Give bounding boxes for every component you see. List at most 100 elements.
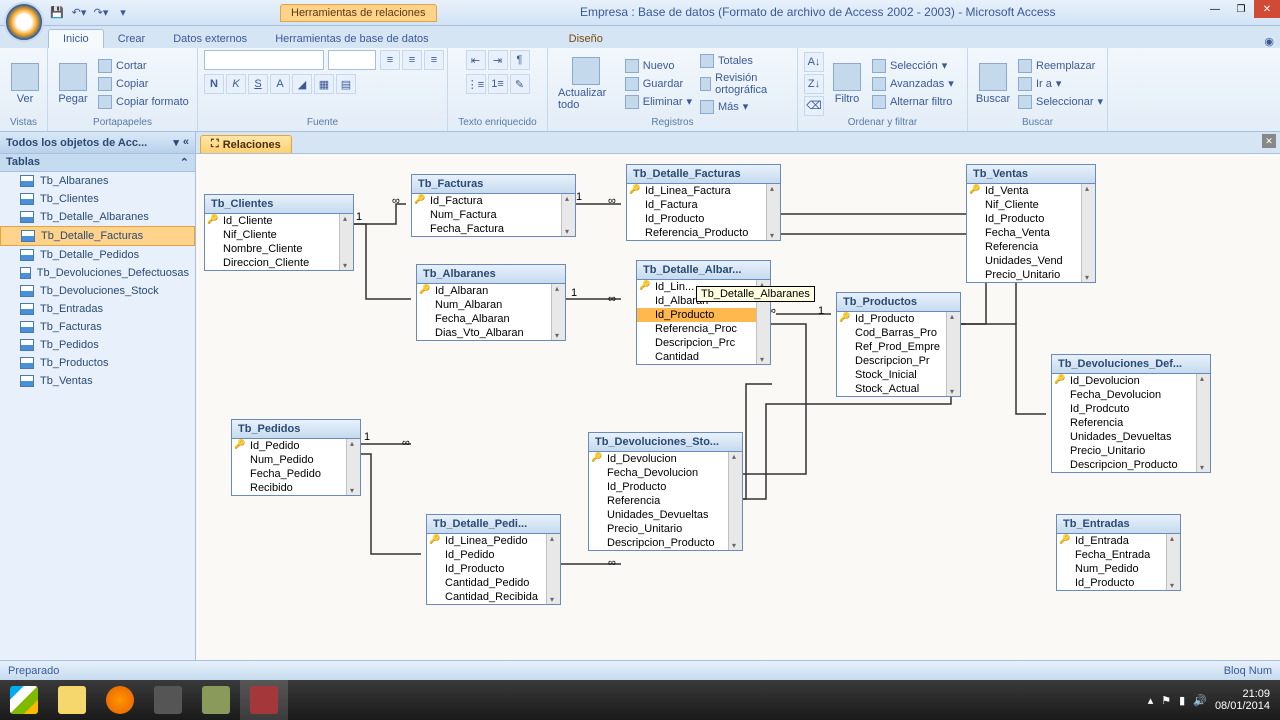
qat-dropdown-icon[interactable]: ▾ xyxy=(114,4,132,22)
table-field[interactable]: Referencia_Producto xyxy=(627,226,780,240)
save-icon[interactable]: 💾 xyxy=(48,4,66,22)
table-header[interactable]: Tb_Detalle_Albar... xyxy=(637,261,770,280)
numbering-icon[interactable]: 1≡ xyxy=(488,74,508,94)
table-box-productos[interactable]: Tb_ProductosId_ProductoCod_Barras_ProRef… xyxy=(836,292,961,397)
redo-icon[interactable]: ↷▾ xyxy=(92,4,110,22)
tab-crear[interactable]: Crear xyxy=(104,30,160,48)
table-field[interactable]: Nif_Cliente xyxy=(205,228,353,242)
save-record-button[interactable]: Guardar xyxy=(623,76,694,92)
new-button[interactable]: Nuevo xyxy=(623,58,694,74)
table-field[interactable]: Precio_Unitario xyxy=(967,268,1095,282)
table-field[interactable]: Direccion_Cliente xyxy=(205,256,353,270)
table-field[interactable]: Ref_Prod_Empre xyxy=(837,340,960,354)
table-field[interactable]: Fecha_Venta xyxy=(967,226,1095,240)
firefox-button[interactable] xyxy=(96,680,144,720)
tab-inicio[interactable]: Inicio xyxy=(48,29,104,48)
replace-button[interactable]: Reemplazar xyxy=(1016,58,1105,74)
scrollbar[interactable] xyxy=(1196,374,1210,472)
underline-icon[interactable]: S xyxy=(248,74,268,94)
table-field[interactable]: Descripcion_Pr xyxy=(837,354,960,368)
table-header[interactable]: Tb_Detalle_Pedi... xyxy=(427,515,560,534)
table-field[interactable]: Fecha_Devolucion xyxy=(589,466,742,480)
table-field[interactable]: Fecha_Pedido xyxy=(232,467,360,481)
ltr-icon[interactable]: ¶ xyxy=(510,50,530,70)
table-field[interactable]: Id_Producto xyxy=(427,562,560,576)
table-box-detalle-albaranes[interactable]: Tb_Detalle_Albar...Id_Lin...Id_AlbaranId… xyxy=(636,260,771,365)
table-header[interactable]: Tb_Ventas xyxy=(967,165,1095,184)
table-field[interactable]: Recibido xyxy=(232,481,360,495)
filter-button[interactable]: Filtro xyxy=(828,61,866,107)
table-box-detalle-pedidos[interactable]: Tb_Detalle_Pedi...Id_Linea_PedidoId_Pedi… xyxy=(426,514,561,605)
tab-datos-externos[interactable]: Datos externos xyxy=(159,30,261,48)
table-field[interactable]: Fecha_Devolucion xyxy=(1052,388,1210,402)
indent-dec-icon[interactable]: ⇤ xyxy=(466,50,486,70)
bold-icon[interactable]: N xyxy=(204,74,224,94)
table-field[interactable]: Precio_Unitario xyxy=(589,522,742,536)
table-header[interactable]: Tb_Pedidos xyxy=(232,420,360,439)
copy-button[interactable]: Copiar xyxy=(96,76,191,92)
gridlines-icon[interactable]: ▦ xyxy=(314,74,334,94)
delete-button[interactable]: Eliminar ▾ xyxy=(623,94,694,110)
table-field[interactable]: Unidades_Devueltas xyxy=(589,508,742,522)
fill-color-icon[interactable]: ◢ xyxy=(292,74,312,94)
explorer-button[interactable] xyxy=(48,680,96,720)
table-field[interactable]: Id_Cliente xyxy=(205,214,353,228)
scrollbar[interactable] xyxy=(546,534,560,604)
relationships-canvas[interactable]: 1∞ 1∞ 1∞ 1∞ 1∞ ∞1 Tb_ClientesId_ClienteN… xyxy=(196,154,1280,660)
nav-item-tb_detalle_pedidos[interactable]: Tb_Detalle_Pedidos xyxy=(0,246,195,264)
table-field[interactable]: Referencia_Proc xyxy=(637,322,770,336)
indent-inc-icon[interactable]: ⇥ xyxy=(488,50,508,70)
nav-item-tb_entradas[interactable]: Tb_Entradas xyxy=(0,300,195,318)
undo-icon[interactable]: ↶▾ xyxy=(70,4,88,22)
table-field[interactable]: Descripcion_Producto xyxy=(589,536,742,550)
table-field[interactable]: Num_Pedido xyxy=(232,453,360,467)
task-app1[interactable] xyxy=(144,680,192,720)
tab-herramientas-bd[interactable]: Herramientas de base de datos xyxy=(261,30,442,48)
toggle-filter-button[interactable]: Alternar filtro xyxy=(870,94,956,110)
table-header[interactable]: Tb_Productos xyxy=(837,293,960,312)
start-button[interactable] xyxy=(0,680,48,720)
table-box-devoluciones-def[interactable]: Tb_Devoluciones_Def...Id_DevolucionFecha… xyxy=(1051,354,1211,473)
table-box-entradas[interactable]: Tb_EntradasId_EntradaFecha_EntradaNum_Pe… xyxy=(1056,514,1181,591)
collapse-icon[interactable]: « xyxy=(183,136,189,149)
table-field[interactable]: Num_Albaran xyxy=(417,298,565,312)
nav-item-tb_devoluciones_stock[interactable]: Tb_Devoluciones_Stock xyxy=(0,282,195,300)
bullets-icon[interactable]: ⋮≡ xyxy=(466,74,486,94)
table-box-ventas[interactable]: Tb_VentasId_VentaNif_ClienteId_ProductoF… xyxy=(966,164,1096,283)
tab-relaciones[interactable]: ⛶Relaciones xyxy=(200,135,292,153)
table-field[interactable]: Id_Pedido xyxy=(232,439,360,453)
sort-desc-icon[interactable]: Z↓ xyxy=(804,74,824,94)
alt-row-icon[interactable]: ▤ xyxy=(336,74,356,94)
scrollbar[interactable] xyxy=(1081,184,1095,282)
table-header[interactable]: Tb_Detalle_Facturas xyxy=(627,165,780,184)
table-field[interactable]: Referencia xyxy=(589,494,742,508)
table-header[interactable]: Tb_Albaranes xyxy=(417,265,565,284)
nav-item-tb_albaranes[interactable]: Tb_Albaranes xyxy=(0,172,195,190)
more-button[interactable]: Más ▾ xyxy=(698,99,791,115)
nav-item-tb_detalle_albaranes[interactable]: Tb_Detalle_Albaranes xyxy=(0,208,195,226)
nav-item-tb_productos[interactable]: Tb_Productos xyxy=(0,354,195,372)
view-button[interactable]: Ver xyxy=(6,61,44,107)
table-field[interactable]: Id_Pedido xyxy=(427,548,560,562)
table-field[interactable]: Unidades_Devueltas xyxy=(1052,430,1210,444)
table-field[interactable]: Id_Factura xyxy=(627,198,780,212)
scrollbar[interactable] xyxy=(339,214,353,270)
scrollbar[interactable] xyxy=(561,194,575,236)
selection-button[interactable]: Selección ▾ xyxy=(870,58,956,74)
align-right-icon[interactable]: ≡ xyxy=(424,50,444,70)
table-field[interactable]: Id_Linea_Factura xyxy=(627,184,780,198)
table-field[interactable]: Id_Venta xyxy=(967,184,1095,198)
table-field[interactable]: Id_Linea_Pedido xyxy=(427,534,560,548)
scrollbar[interactable] xyxy=(346,439,360,495)
table-header[interactable]: Tb_Facturas xyxy=(412,175,575,194)
office-button[interactable] xyxy=(4,2,44,42)
volume-icon[interactable]: 🔊 xyxy=(1193,694,1207,707)
table-field[interactable]: Cantidad xyxy=(637,350,770,364)
select-button[interactable]: Seleccionar ▾ xyxy=(1016,94,1105,110)
table-field[interactable]: Stock_Actual xyxy=(837,382,960,396)
close-button[interactable]: ✕ xyxy=(1254,0,1280,18)
scrollbar[interactable] xyxy=(766,184,780,240)
font-size-combo[interactable] xyxy=(328,50,376,70)
flag-icon[interactable]: ⚑ xyxy=(1161,694,1171,707)
nav-header[interactable]: Todos los objetos de Acc...▾« xyxy=(0,132,195,154)
